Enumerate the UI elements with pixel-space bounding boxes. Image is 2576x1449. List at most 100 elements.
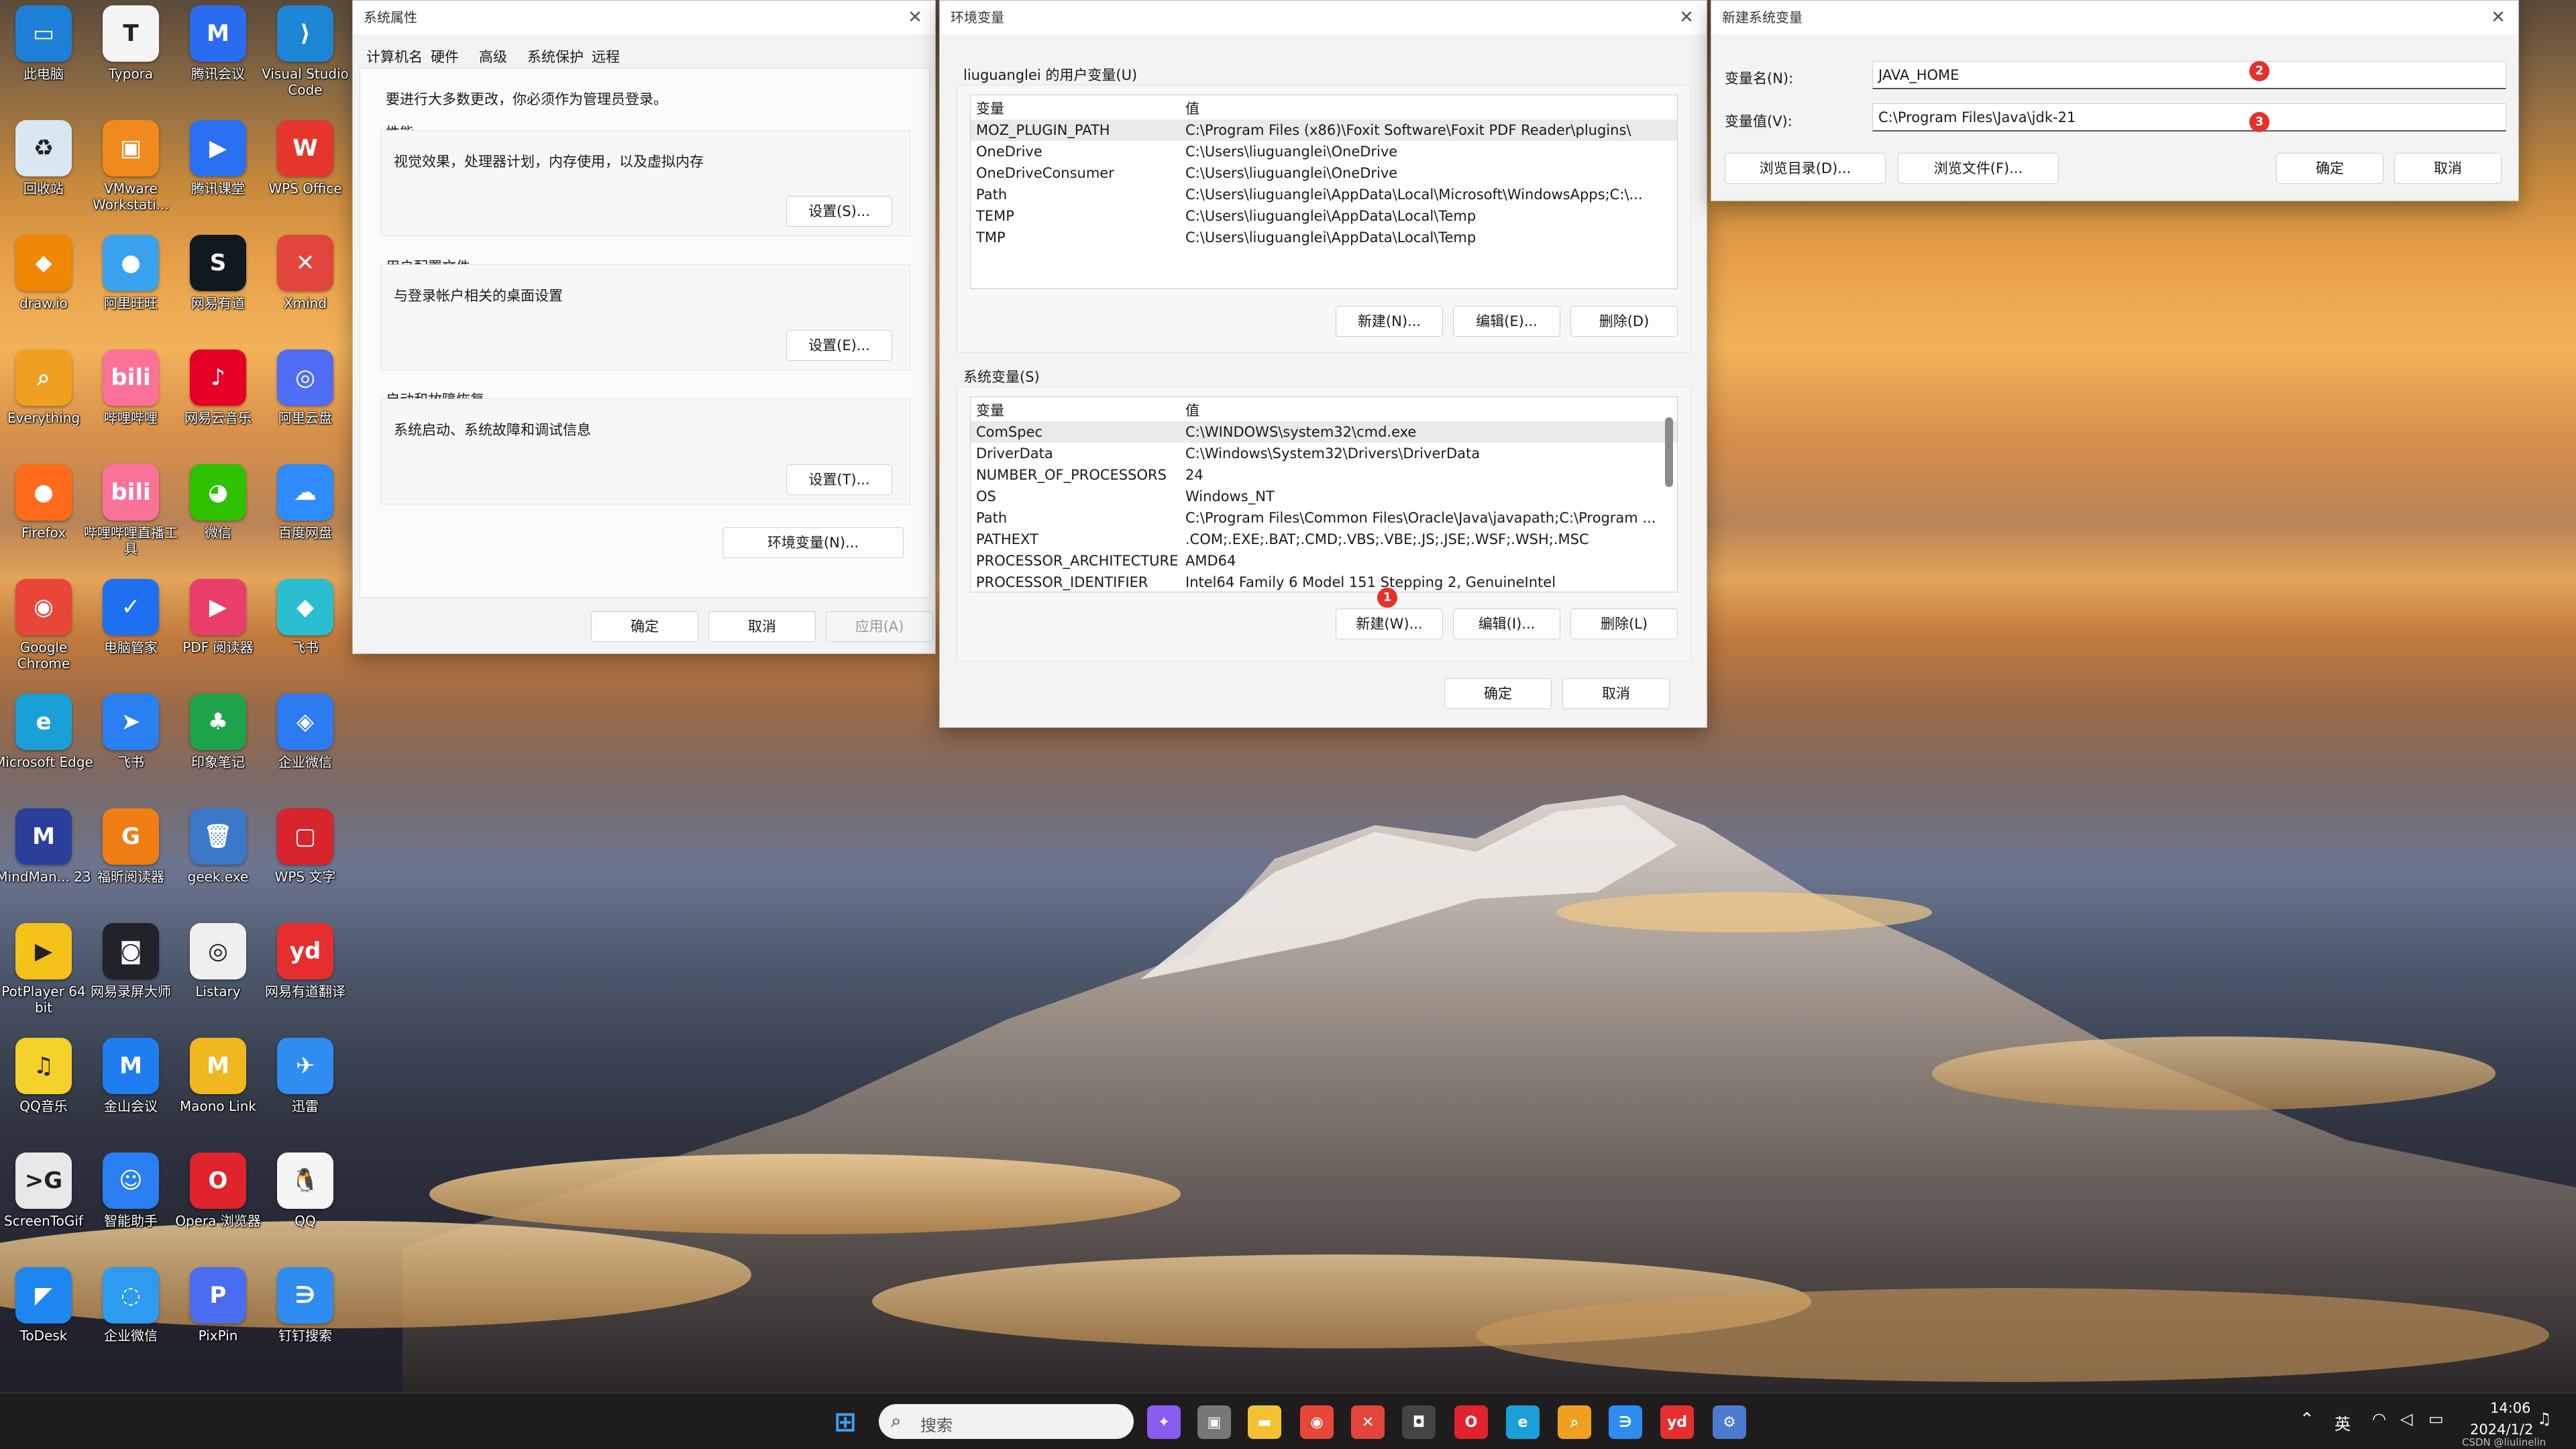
- table-row[interactable]: TMP C:\Users\liuguanglei\AppData\Local\Te…: [971, 227, 1677, 248]
- envvars-ok-button[interactable]: 确定: [1444, 678, 1552, 709]
- desktop-icon[interactable]: ● 阿里旺旺: [80, 235, 181, 349]
- sysprops-ok-button[interactable]: 确定: [591, 611, 698, 642]
- variable-name-input[interactable]: JAVA_HOME: [1872, 61, 2506, 89]
- input-method-indicator[interactable]: 英: [2334, 1411, 2351, 1434]
- desktop-icon[interactable]: P PixPin: [168, 1267, 268, 1381]
- desktop-icon[interactable]: ◈ 企业微信: [255, 694, 356, 808]
- table-row[interactable]: MOZ_PLUGIN_PATH C:\Program Files (x86)\Fo…: [971, 119, 1677, 141]
- taskbar-search-box[interactable]: ⌕ 搜索: [879, 1404, 1134, 1439]
- desktop-icon[interactable]: ▣ VMware Workstati...: [80, 120, 181, 234]
- browse-directory-button[interactable]: 浏览目录(D)...: [1725, 153, 1886, 184]
- table-row[interactable]: OneDrive C:\Users\liuguanglei\OneDrive: [971, 141, 1677, 162]
- tab-system-protection[interactable]: 系统保护: [527, 46, 584, 66]
- desktop-icon[interactable]: M 腾讯会议: [168, 5, 268, 119]
- desktop-icon[interactable]: G 福昕阅读器: [80, 808, 181, 922]
- table-row[interactable]: OS Windows_NT: [971, 486, 1677, 507]
- notification-bell-icon[interactable]: ♫: [2537, 1409, 2552, 1428]
- start-icon[interactable]: ⊞: [828, 1405, 862, 1439]
- desktop-icon[interactable]: ⌕ Everything: [0, 350, 94, 464]
- user-new-button[interactable]: 新建(N)...: [1336, 306, 1443, 337]
- tab-computer-name[interactable]: 计算机名: [366, 46, 423, 66]
- clock-date[interactable]: 2024/1/2: [2470, 1421, 2533, 1438]
- tab-remote[interactable]: 远程: [592, 46, 620, 66]
- desktop-icon[interactable]: ♪ 网易云音乐: [168, 350, 268, 464]
- table-row[interactable]: Path C:\Program Files\Common Files\Oracle…: [971, 507, 1677, 529]
- table-row[interactable]: OneDriveConsumer C:\Users\liuguanglei\One…: [971, 162, 1677, 184]
- desktop-icon[interactable]: ⟩ Visual Studio Code: [255, 5, 356, 119]
- desktop-icon[interactable]: ♫ QQ音乐: [0, 1038, 94, 1152]
- sysprops-cancel-button[interactable]: 取消: [708, 611, 816, 642]
- desktop-icon[interactable]: ✕ Xmind: [255, 235, 356, 349]
- everything-icon[interactable]: ⌕: [1558, 1405, 1591, 1439]
- system-delete-button[interactable]: 删除(L): [1570, 608, 1678, 639]
- opera-icon[interactable]: O: [1454, 1405, 1488, 1439]
- battery-icon[interactable]: ▭: [2428, 1409, 2444, 1428]
- table-row[interactable]: NUMBER_OF_PROCESSORS 24: [971, 464, 1677, 486]
- table-row[interactable]: Path C:\Users\liuguanglei\AppData\Local\M…: [971, 184, 1677, 205]
- desktop-icon[interactable]: ◎ Listary: [168, 923, 268, 1037]
- desktop-icon[interactable]: ▶ 腾讯课堂: [168, 120, 268, 234]
- youdao-icon[interactable]: yd: [1660, 1405, 1694, 1439]
- tab-hardware[interactable]: 硬件: [431, 46, 459, 66]
- environment-variables-button[interactable]: 环境变量(N)...: [722, 527, 904, 558]
- desktop-icon[interactable]: ◤ ToDesk: [0, 1267, 94, 1381]
- desktop-icon[interactable]: ◕ 微信: [168, 464, 268, 578]
- system-properties-titlebar[interactable]: 系统属性 ✕: [353, 1, 935, 34]
- desktop-icon[interactable]: S 网易有道: [168, 235, 268, 349]
- startup-recovery-settings-button[interactable]: 设置(T)...: [786, 464, 892, 495]
- scrollbar-thumb[interactable]: [1665, 417, 1673, 487]
- system-variables-list[interactable]: 变量 值 ComSpec C:\WINDOWS\system32\cmd.exe D…: [970, 396, 1678, 592]
- desktop-icon[interactable]: ◌ 企业微信: [80, 1267, 181, 1381]
- desktop-icon[interactable]: >G ScreenToGif: [0, 1152, 94, 1267]
- desktop-icon[interactable]: e Microsoft Edge: [0, 694, 94, 808]
- desktop-icon[interactable]: ✈ 迅雷: [255, 1038, 356, 1152]
- browse-file-button[interactable]: 浏览文件(F)...: [1898, 153, 2059, 184]
- system-edit-button[interactable]: 编辑(I)...: [1453, 608, 1560, 639]
- sysprops-apply-button[interactable]: 应用(A): [826, 611, 933, 642]
- user-edit-button[interactable]: 编辑(E)...: [1453, 306, 1560, 337]
- desktop-icon[interactable]: ● Firefox: [0, 464, 94, 578]
- desktop-icon[interactable]: M MindMan... 23: [0, 808, 94, 922]
- copilot-icon[interactable]: ✦: [1147, 1405, 1181, 1439]
- desktop-icon[interactable]: ◙ 网易录屏大师: [80, 923, 181, 1037]
- desktop-icon[interactable]: M 金山会议: [80, 1038, 181, 1152]
- desktop-icon[interactable]: M Maono Link: [168, 1038, 268, 1152]
- variable-value-input[interactable]: C:\Program Files\Java\jdk-21: [1872, 103, 2506, 131]
- wifi-icon[interactable]: ◠: [2372, 1409, 2386, 1428]
- desktop-icon[interactable]: ◉ Google Chrome: [0, 579, 94, 693]
- newvar-cancel-button[interactable]: 取消: [2394, 153, 2502, 184]
- desktop-icon[interactable]: ☺ 智能助手: [80, 1152, 181, 1267]
- desktop-icon[interactable]: ▭ 此电脑: [0, 5, 94, 119]
- desktop-icon[interactable]: ✓ 电脑管家: [80, 579, 181, 693]
- system-properties-icon[interactable]: ⚙: [1713, 1405, 1746, 1439]
- desktop-icon[interactable]: 🗑 geek.exe: [168, 808, 268, 922]
- clock-time[interactable]: 14:06: [2490, 1400, 2531, 1416]
- edge-icon[interactable]: e: [1506, 1405, 1540, 1439]
- xmind-icon[interactable]: ✕: [1351, 1405, 1385, 1439]
- desktop-icon[interactable]: ▢ WPS 文字: [255, 808, 356, 922]
- chrome-icon[interactable]: ◉: [1300, 1405, 1334, 1439]
- close-icon[interactable]: ✕: [2478, 1, 2518, 34]
- desktop-icon[interactable]: yd 网易有道翻译: [255, 923, 356, 1037]
- environment-variables-titlebar[interactable]: 环境变量 ✕: [940, 1, 1707, 34]
- task-view-icon[interactable]: ▣: [1197, 1405, 1231, 1439]
- desktop-icon[interactable]: 🐧 QQ: [255, 1152, 356, 1267]
- performance-settings-button[interactable]: 设置(S)...: [786, 196, 892, 227]
- desktop-icon[interactable]: ⬥ draw.io: [0, 235, 94, 349]
- new-system-variable-titlebar[interactable]: 新建系统变量 ✕: [1711, 1, 2518, 34]
- desktop-icon[interactable]: ➤ 飞书: [80, 694, 181, 808]
- desktop-icon[interactable]: bili 哔哩哔哩: [80, 350, 181, 464]
- table-row[interactable]: PROCESSOR_IDENTIFIER Intel64 Family 6 Mod…: [971, 572, 1677, 592]
- tab-advanced[interactable]: 高级: [479, 46, 507, 66]
- table-row[interactable]: PATHEXT .COM;.EXE;.BAT;.CMD;.VBS;.VBE;.JS…: [971, 529, 1677, 550]
- user-profile-settings-button[interactable]: 设置(E)...: [786, 330, 892, 361]
- dingtalk-icon[interactable]: ∋: [1609, 1405, 1642, 1439]
- camera-icon[interactable]: ◘: [1402, 1405, 1436, 1439]
- desktop-icon[interactable]: bili 哔哩哔哩直播工具: [80, 464, 181, 578]
- user-variables-list[interactable]: 变量 值 MOZ_PLUGIN_PATH C:\Program Files (x8…: [970, 95, 1678, 289]
- desktop-icon[interactable]: ♣ 印象笔记: [168, 694, 268, 808]
- table-row[interactable]: TEMP C:\Users\liuguanglei\AppData\Local\T…: [971, 205, 1677, 227]
- close-icon[interactable]: ✕: [1666, 1, 1707, 34]
- newvar-ok-button[interactable]: 确定: [2276, 153, 2383, 184]
- chevron-up-icon[interactable]: ⌃: [2300, 1409, 2314, 1430]
